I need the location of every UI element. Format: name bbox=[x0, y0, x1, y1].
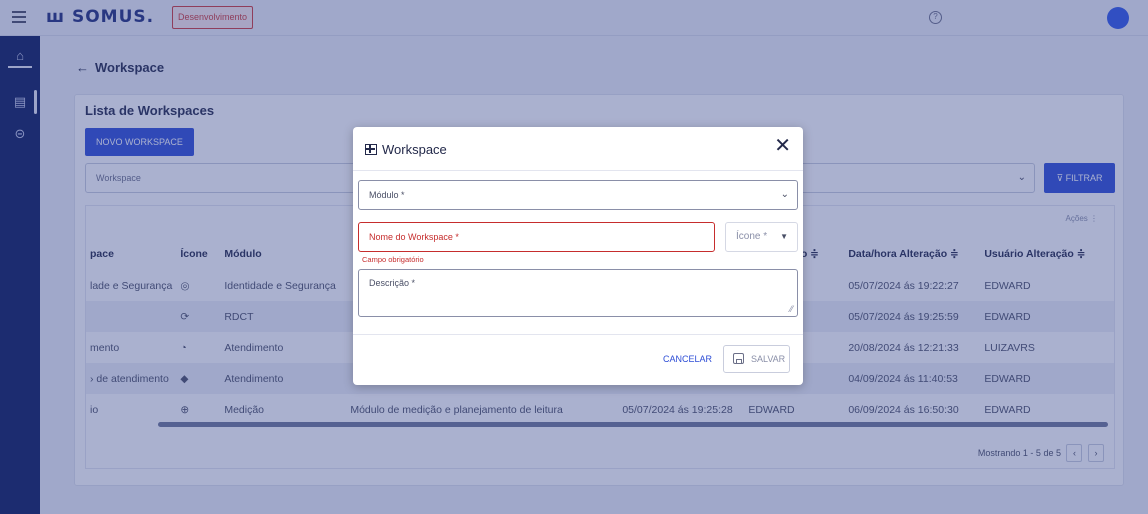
modulo-select-placeholder: Módulo * bbox=[369, 190, 405, 200]
workspace-name-error: Campo obrigatório bbox=[362, 255, 424, 264]
dialog-title: Workspace bbox=[382, 142, 447, 157]
modulo-select[interactable]: Módulo * ⌄ bbox=[358, 180, 798, 210]
caret-down-icon: ▼ bbox=[780, 232, 788, 241]
chevron-down-icon: ⌄ bbox=[780, 189, 789, 200]
description-textarea[interactable]: Descrição * ⁄⁄ bbox=[358, 269, 798, 317]
workspace-dialog: Workspace ✕ Módulo * ⌄ Nome do Workspace… bbox=[353, 127, 803, 385]
workspace-name-input[interactable]: Nome do Workspace * bbox=[358, 222, 715, 252]
save-button-label: SALVAR bbox=[751, 354, 786, 364]
cancel-button[interactable]: CANCELAR bbox=[663, 354, 712, 364]
workspace-name-placeholder: Nome do Workspace * bbox=[369, 232, 459, 242]
dialog-footer-divider bbox=[353, 334, 803, 335]
icon-select-placeholder: Ícone * bbox=[736, 231, 768, 242]
icon-select[interactable]: Ícone * ▼ bbox=[725, 222, 798, 252]
description-placeholder: Descrição * bbox=[369, 278, 416, 288]
save-icon bbox=[733, 353, 744, 364]
save-button[interactable]: SALVAR bbox=[723, 345, 790, 373]
close-icon[interactable]: ✕ bbox=[774, 136, 791, 156]
dialog-header: Workspace ✕ bbox=[353, 127, 803, 171]
grid-icon bbox=[365, 144, 377, 155]
resize-handle-icon[interactable]: ⁄⁄ bbox=[790, 304, 793, 314]
